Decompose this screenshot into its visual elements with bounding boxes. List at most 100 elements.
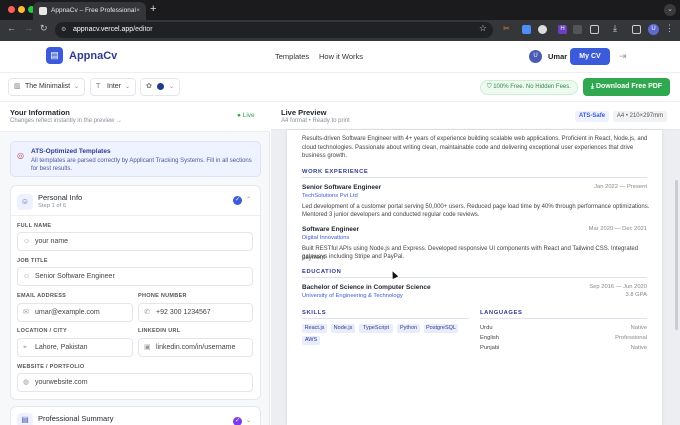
briefcase-icon: ☺	[23, 273, 31, 280]
address-bar[interactable]: ⚙ appnacv.vercel.app/editor ☆	[55, 22, 493, 38]
language-name: Punjabi	[480, 345, 500, 351]
brand-name[interactable]: AppnaCv	[69, 50, 117, 62]
skill-chip: Node.js	[331, 324, 355, 333]
summary-line: cloud technologies. Passionate about wri…	[302, 145, 634, 151]
summary-line: business growth.	[302, 153, 348, 159]
close-tab-icon[interactable]: ×	[136, 2, 140, 20]
extensions-puzzle-icon[interactable]	[590, 25, 599, 34]
tab-title: AppnaCv – Free Professional	[51, 7, 136, 14]
logout-icon[interactable]: ⇥	[619, 51, 627, 62]
font-select[interactable]: T Inter ⌄	[90, 78, 136, 96]
editor-title: Your Information	[10, 108, 70, 117]
user-icon: ☺	[17, 194, 33, 210]
gpa: 3.8 GPA	[625, 292, 647, 298]
job-dates: Mar 2020 — Dec 2021	[588, 226, 647, 232]
language-level: Native	[630, 325, 647, 331]
full-name-field[interactable]: ☺ your name	[17, 232, 253, 251]
chevron-down-icon[interactable]: ⌄	[246, 417, 251, 424]
preview-subtitle: A4 format • Ready to print	[281, 118, 350, 124]
back-arrow-icon[interactable]: ←	[7, 23, 16, 33]
url-text: appnacv.vercel.app/editor	[73, 22, 153, 38]
professional-summary-title[interactable]: Professional Summary	[38, 414, 113, 423]
skills-heading: SKILLS	[302, 310, 327, 316]
browser-tab[interactable]: AppnaCv – Free Professional ×	[33, 2, 146, 20]
job-title: Senior Software Engineer	[302, 184, 382, 191]
job-title-value: Senior Software Engineer	[35, 273, 115, 280]
personal-info-step: Step 1 of 6	[38, 203, 67, 209]
website-field[interactable]: ◍ yourwebsite.com	[17, 373, 253, 392]
phone-field[interactable]: ✆ +92 300 1234567	[138, 303, 253, 322]
education-dates: Sep 2016 — Jun 2020	[589, 284, 647, 290]
mail-icon: ✉	[23, 309, 29, 316]
url-path: /editor	[133, 26, 153, 33]
template-select[interactable]: ▥ The Minimalist ⌄	[8, 78, 85, 96]
accent-color-swatch	[157, 83, 164, 90]
languages-heading: LANGUAGES	[480, 310, 523, 316]
preview-scrollbar[interactable]	[675, 180, 678, 330]
preview-title: Live Preview	[281, 108, 327, 117]
website-value: yourwebsite.com	[35, 379, 88, 386]
divider	[302, 318, 469, 319]
job-title: Software Engineer	[302, 226, 360, 233]
job-desc-line: gateways including Stripe and PayPal.	[302, 254, 405, 260]
extension-h-icon[interactable]: H	[558, 25, 567, 34]
user-name: Umar	[548, 52, 568, 61]
full-name-label: FULL NAME	[17, 223, 52, 229]
font-select-value: Inter	[107, 83, 122, 90]
new-tab-button[interactable]: +	[150, 3, 156, 15]
school: University of Engineering & Technology	[302, 293, 403, 299]
degree: Bachelor of Science in Computer Science	[302, 284, 431, 291]
skill-chip: React.js	[302, 324, 327, 333]
side-panel-icon[interactable]	[632, 25, 641, 34]
forward-arrow-icon[interactable]: →	[24, 23, 33, 33]
skill-chip: AWS	[302, 336, 320, 345]
profile-avatar-icon[interactable]: U	[648, 24, 659, 35]
location-field[interactable]: ⌖ Lahore, Pakistan	[17, 338, 133, 357]
extension-gear-icon[interactable]	[538, 25, 547, 34]
personal-info-title[interactable]: Personal Info	[38, 193, 82, 202]
logo-icon[interactable]: ▤	[46, 47, 63, 64]
site-info-icon[interactable]: ⚙	[61, 26, 66, 33]
reload-icon[interactable]: ↻	[40, 23, 48, 34]
job-title-label: JOB TITLE	[17, 258, 48, 264]
phone-label: PHONE NUMBER	[138, 293, 187, 299]
skill-chip: TypeScript	[359, 324, 393, 333]
nav-how-it-works-link[interactable]: How it Works	[319, 52, 363, 61]
email-label: EMAIL ADDRESS	[17, 293, 67, 299]
check-icon: ✓	[233, 196, 242, 205]
job-company: Digital Innovations	[302, 235, 350, 241]
check-icon: ✓	[233, 417, 242, 425]
extension-dark-icon[interactable]	[573, 25, 582, 34]
extension-blue-icon[interactable]	[522, 25, 531, 34]
language-name: English	[480, 335, 500, 341]
chevron-down-icon: ⌄	[124, 84, 130, 90]
browser-menu-icon[interactable]: ⋮	[665, 23, 674, 34]
my-cv-button[interactable]: My CV	[570, 48, 610, 65]
ats-safe-badge: ATS-Safe	[575, 111, 609, 122]
font-icon: T	[96, 83, 101, 90]
linkedin-field[interactable]: ▣ linkedin.com/in/username	[138, 338, 253, 357]
divider	[302, 277, 647, 278]
tab-search-chevron-icon[interactable]: ⌄	[664, 4, 676, 16]
chevron-up-icon[interactable]: ⌃	[246, 196, 251, 203]
close-window-button[interactable]	[8, 6, 15, 13]
skill-chip: PostgreSQL	[424, 324, 458, 333]
tools-extension-icon[interactable]: ✂	[503, 24, 510, 33]
download-pdf-button[interactable]: ⤓ Download Free PDF	[583, 78, 670, 96]
color-select[interactable]: ✿ ⌄	[140, 78, 180, 96]
job-company: TechSolutions Pvt Ltd	[302, 193, 358, 199]
linkedin-icon: ▣	[144, 344, 151, 351]
location-label: LOCATION / CITY	[17, 328, 67, 334]
favicon-icon	[39, 7, 47, 15]
bookmark-star-icon[interactable]: ☆	[479, 23, 487, 34]
ats-banner-desc: All templates are parsed correctly by Ap…	[31, 158, 252, 172]
minimize-window-button[interactable]	[18, 6, 25, 13]
location-value: Lahore, Pakistan	[35, 344, 88, 351]
url-domain: appnacv.vercel.app	[73, 26, 134, 33]
download-icon[interactable]: ⤓	[613, 23, 617, 34]
email-field[interactable]: ✉ umar@example.com	[17, 303, 133, 322]
nav-templates-link[interactable]: Templates	[275, 52, 309, 61]
divider	[10, 215, 261, 216]
user-avatar[interactable]: U	[529, 50, 542, 63]
job-title-field[interactable]: ☺ Senior Software Engineer	[17, 267, 253, 286]
